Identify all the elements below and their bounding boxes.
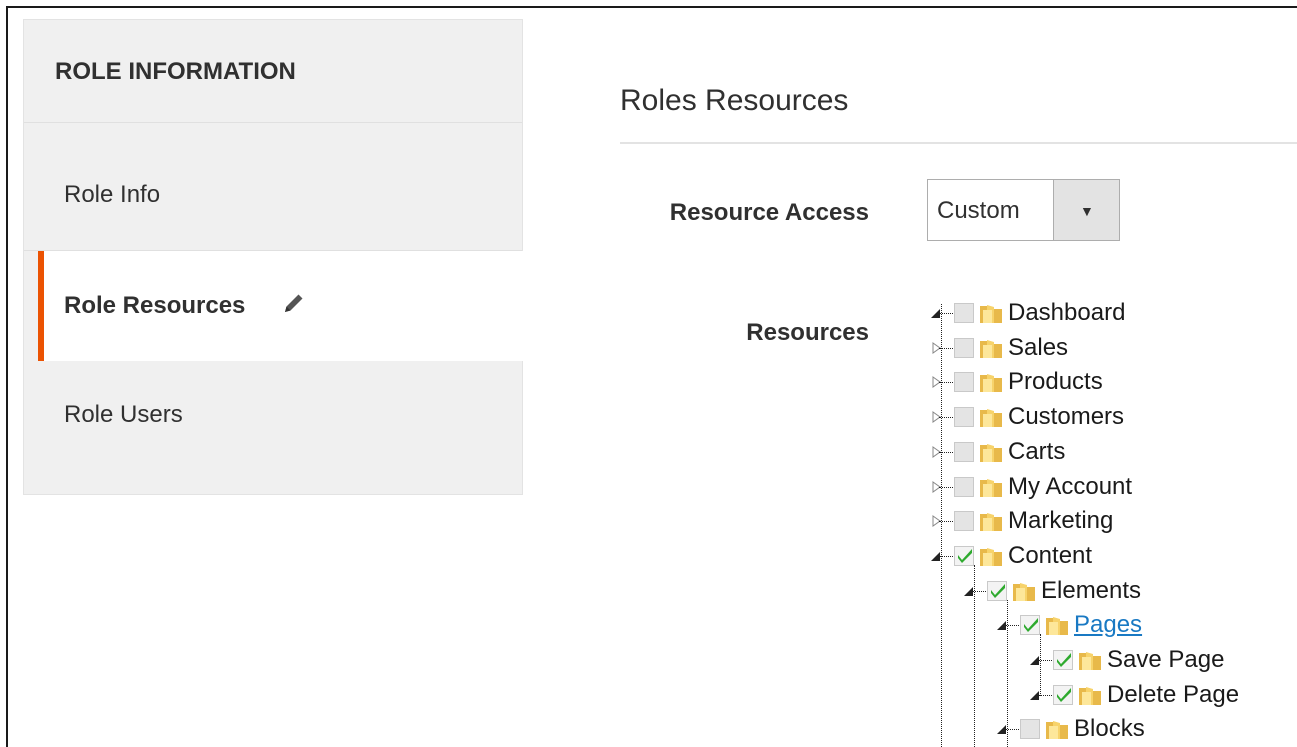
tree-node-label: Save Page [1107, 646, 1225, 673]
folder-icon [980, 513, 1002, 531]
checkmark-icon [958, 549, 972, 563]
tree-checkbox[interactable] [954, 442, 974, 462]
tree-connector [939, 417, 953, 418]
pencil-icon [282, 291, 306, 322]
folder-icon [1046, 617, 1068, 635]
tree-checkbox[interactable] [954, 303, 974, 323]
tree-node-label[interactable]: Pages [1074, 611, 1142, 639]
tree-node-label: Marketing [1008, 507, 1114, 534]
tree-checkbox[interactable] [1053, 685, 1073, 705]
tree-connector [939, 382, 953, 383]
tree-node-label: Delete Page [1107, 681, 1240, 708]
tree-node-label: Content [1008, 542, 1093, 569]
checkmark-icon [991, 584, 1005, 598]
tree-connector [939, 521, 953, 522]
folder-icon [1079, 652, 1101, 670]
select-value: Custom [937, 197, 1020, 224]
tree-checkbox[interactable] [954, 511, 974, 531]
tree-node-label: Products [1008, 368, 1103, 395]
checkmark-icon [1057, 688, 1071, 702]
tree-checkbox[interactable] [1020, 719, 1040, 739]
checkmark-icon [1057, 653, 1071, 667]
tree-connector [939, 487, 953, 488]
tree-node-label: Dashboard [1008, 299, 1126, 326]
folder-icon [980, 479, 1002, 497]
tree-node-label: Elements [1041, 577, 1142, 604]
folder-icon [980, 374, 1002, 392]
resource-access-label: Resource Access [669, 199, 869, 226]
sidebar-title: ROLE INFORMATION [24, 20, 522, 123]
resources-tree: Dashboard Sales Products Customers Carts My A… [930, 296, 1297, 747]
tree-connector [1005, 625, 1019, 626]
tree-checkbox[interactable] [987, 581, 1007, 601]
dropdown-toggle[interactable]: ▼ [1053, 180, 1119, 240]
tree-checkbox[interactable] [954, 546, 974, 566]
tree-checkbox[interactable] [954, 372, 974, 392]
checkmark-icon [1024, 618, 1038, 632]
folder-icon [1079, 687, 1101, 705]
title-divider [620, 142, 1297, 144]
dropdown-arrow-icon: ▼ [1080, 203, 1094, 219]
tree-connector [939, 556, 953, 557]
tree-checkbox[interactable] [954, 407, 974, 427]
tree-connector [939, 313, 953, 314]
tree-node-label: Sales [1008, 334, 1069, 361]
tree-node-label: Blocks [1074, 715, 1145, 742]
tab-label: Role Users [64, 401, 183, 428]
tree-connector [939, 452, 953, 453]
tree-connector [972, 591, 986, 592]
folder-icon [980, 305, 1002, 323]
role-information-sidebar: ROLE INFORMATION Role Info Role Resource… [23, 19, 524, 495]
tab-label: Role Info [64, 181, 161, 208]
tree-connector [1005, 729, 1019, 730]
page-title: Roles Resources [620, 84, 849, 117]
tree-checkbox[interactable] [1020, 615, 1040, 635]
folder-icon [1046, 721, 1068, 739]
folder-icon [980, 548, 1002, 566]
folder-icon [980, 409, 1002, 427]
tree-checkbox[interactable] [954, 338, 974, 358]
folder-icon [980, 444, 1002, 462]
tab-label: Role Resources [64, 292, 246, 319]
resource-access-select[interactable]: Custom ▼ [927, 179, 1120, 241]
folder-icon [980, 340, 1002, 358]
tree-connector [1038, 660, 1052, 661]
tab-role-users[interactable]: Role Users [24, 361, 522, 495]
tree-node-label: Customers [1008, 403, 1125, 430]
tree-node-label: My Account [1008, 473, 1133, 500]
tab-role-resources[interactable]: Role Resources [38, 251, 524, 361]
tab-role-info[interactable]: Role Info [24, 123, 522, 251]
folder-icon [1013, 583, 1035, 601]
tree-checkbox[interactable] [1053, 650, 1073, 670]
tree-connector [939, 348, 953, 349]
tree-node-label: Carts [1008, 438, 1066, 465]
tree-connector [1038, 695, 1052, 696]
resources-label: Resources [746, 319, 869, 346]
tree-checkbox[interactable] [954, 477, 974, 497]
